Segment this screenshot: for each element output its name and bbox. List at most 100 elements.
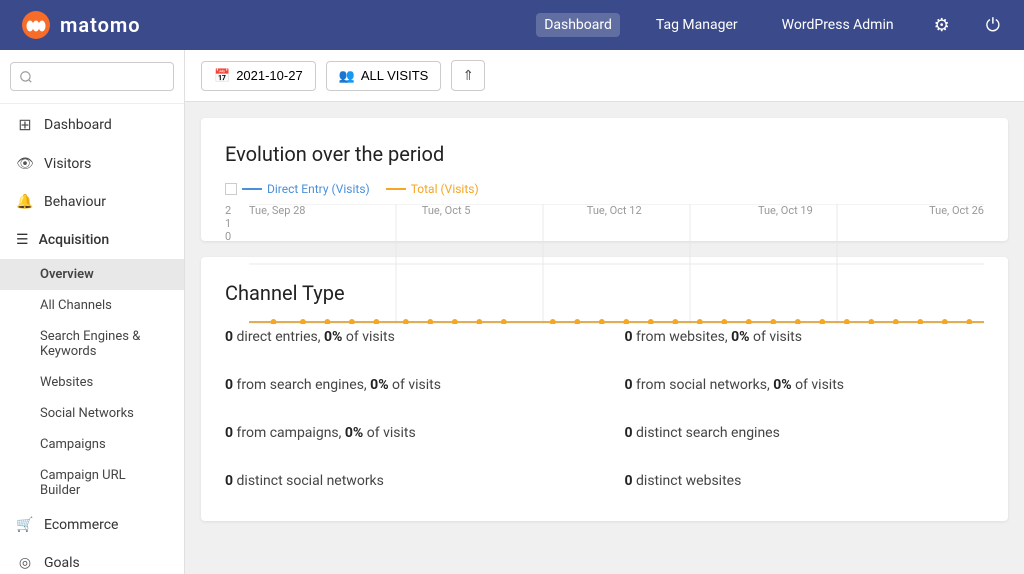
chart-legend: Direct Entry (Visits) Total (Visits): [225, 182, 984, 196]
stat-dist-search-count: 0: [625, 425, 633, 441]
stat-dist-social-text: distinct social networks: [233, 473, 384, 489]
stat-direct-pct: 0%: [324, 329, 342, 345]
y-label-0: 0: [225, 230, 231, 243]
y-label-2: 2: [225, 204, 231, 217]
segment-button[interactable]: 👥 ALL VISITS: [326, 61, 442, 91]
date-label: 2021-10-27: [236, 68, 303, 83]
sidebar-item-ecommerce[interactable]: 🛒 Ecommerce: [0, 506, 184, 544]
date-button[interactable]: 📅 2021-10-27: [201, 61, 316, 91]
sidebar-sub-search-engines[interactable]: Search Engines & Keywords: [0, 321, 184, 367]
sidebar-item-acquisition-label: Acquisition: [39, 232, 110, 248]
search-box: [0, 50, 184, 104]
channel-stat-search: 0 from search engines, 0% of visits: [225, 369, 585, 401]
ecommerce-icon: 🛒: [16, 517, 34, 533]
segment-icon: 👥: [339, 68, 355, 84]
sidebar-item-behaviour-label: Behaviour: [44, 194, 106, 210]
stat-social-count: 0: [625, 377, 633, 393]
stat-direct-text: direct entries,: [233, 329, 324, 345]
visitors-icon: 👁: [16, 156, 34, 172]
logo: matomo: [20, 9, 141, 41]
y-label-1: 1: [225, 217, 231, 230]
collapse-button[interactable]: ⇑: [451, 60, 485, 91]
nav-wordpress-admin[interactable]: WordPress Admin: [774, 13, 902, 37]
stat-campaigns-text2: of visits: [363, 425, 415, 441]
stat-social-text2: of visits: [792, 377, 844, 393]
legend-label-direct: Direct Entry (Visits): [267, 182, 370, 196]
channel-stat-distinct-social: 0 distinct social networks: [225, 465, 585, 497]
stat-direct-text2: of visits: [342, 329, 394, 345]
calendar-icon: 📅: [214, 68, 230, 84]
legend-item-direct: Direct Entry (Visits): [225, 182, 370, 196]
sidebar-item-dashboard-label: Dashboard: [44, 117, 112, 133]
chart-wrapper: 2 1 0: [225, 204, 984, 217]
stat-search-count: 0: [225, 377, 233, 393]
nav-dashboard[interactable]: Dashboard: [536, 13, 620, 37]
main-content: 📅 2021-10-27 👥 ALL VISITS ⇑ Evolution ov…: [185, 50, 1024, 574]
evolution-chart-title: Evolution over the period: [225, 142, 984, 166]
sidebar-sub-websites[interactable]: Websites: [0, 367, 184, 398]
stat-websites-text: from websites,: [633, 329, 732, 345]
sidebar-item-goals[interactable]: ◎ Goals: [0, 544, 184, 574]
stat-campaigns-count: 0: [225, 425, 233, 441]
channel-stat-campaigns: 0 from campaigns, 0% of visits: [225, 417, 585, 449]
logout-icon[interactable]: ⏻: [982, 11, 1004, 40]
stat-websites-count: 0: [625, 329, 633, 345]
sidebar: ⊞ Dashboard 👁 Visitors 🔔 Behaviour ☰ Acq…: [0, 50, 185, 574]
stat-social-pct: 0%: [773, 377, 791, 393]
sidebar-item-goals-label: Goals: [44, 555, 80, 571]
channel-stats-grid: 0 direct entries, 0% of visits 0 from we…: [225, 321, 984, 497]
sidebar-sub-campaigns[interactable]: Campaigns: [0, 429, 184, 460]
chart-svg: [249, 204, 984, 324]
sidebar-sub-overview[interactable]: Overview: [0, 259, 184, 290]
stat-search-pct: 0%: [370, 377, 388, 393]
stat-campaigns-pct: 0%: [345, 425, 363, 441]
legend-item-total: Total (Visits): [386, 182, 479, 196]
top-nav: matomo Dashboard Tag Manager WordPress A…: [0, 0, 1024, 50]
stat-dist-websites-text: distinct websites: [633, 473, 742, 489]
legend-checkbox-direct: [225, 183, 237, 195]
stat-dist-websites-count: 0: [625, 473, 633, 489]
search-input[interactable]: [10, 62, 174, 91]
stat-campaigns-text: from campaigns,: [233, 425, 345, 441]
sidebar-sub-all-channels[interactable]: All Channels: [0, 290, 184, 321]
legend-line-direct: [242, 188, 262, 190]
nav-tag-manager[interactable]: Tag Manager: [648, 13, 746, 37]
stat-social-text: from social networks,: [633, 377, 774, 393]
collapse-icon: ⇑: [462, 67, 474, 83]
legend-label-total: Total (Visits): [411, 182, 479, 196]
channel-stat-distinct-websites: 0 distinct websites: [625, 465, 985, 497]
segment-label: ALL VISITS: [361, 68, 428, 83]
sidebar-item-visitors-label: Visitors: [44, 156, 91, 172]
stat-websites-text2: of visits: [750, 329, 802, 345]
legend-line-total: [386, 188, 406, 190]
logo-text: matomo: [60, 13, 141, 37]
behaviour-icon: 🔔: [16, 194, 34, 210]
toolbar: 📅 2021-10-27 👥 ALL VISITS ⇑: [185, 50, 1024, 102]
top-nav-links: Dashboard Tag Manager WordPress Admin ⚙ …: [536, 11, 1004, 40]
sidebar-item-acquisition[interactable]: ☰ Acquisition: [0, 221, 184, 259]
goals-icon: ◎: [16, 555, 34, 571]
sidebar-item-dashboard[interactable]: ⊞ Dashboard: [0, 104, 184, 145]
stat-direct-count: 0: [225, 329, 233, 345]
settings-icon[interactable]: ⚙: [930, 11, 954, 40]
evolution-chart-card: Evolution over the period Direct Entry (…: [201, 118, 1008, 241]
stat-search-text: from search engines,: [233, 377, 370, 393]
sidebar-sub-campaign-url-builder[interactable]: Campaign URL Builder: [0, 460, 184, 506]
stat-websites-pct: 0%: [731, 329, 749, 345]
content-area: Evolution over the period Direct Entry (…: [185, 102, 1024, 537]
matomo-logo-icon: [20, 9, 52, 41]
stat-search-text2: of visits: [389, 377, 441, 393]
layout: ⊞ Dashboard 👁 Visitors 🔔 Behaviour ☰ Acq…: [0, 50, 1024, 574]
channel-stat-direct: 0 direct entries, 0% of visits: [225, 321, 585, 353]
acquisition-icon: ☰: [16, 232, 29, 248]
channel-stat-websites: 0 from websites, 0% of visits: [625, 321, 985, 353]
stat-dist-search-text: distinct search engines: [633, 425, 780, 441]
dashboard-icon: ⊞: [16, 115, 34, 134]
sidebar-item-visitors[interactable]: 👁 Visitors: [0, 145, 184, 183]
sidebar-item-behaviour[interactable]: 🔔 Behaviour: [0, 183, 184, 221]
channel-stat-distinct-search: 0 distinct search engines: [625, 417, 985, 449]
channel-stat-social: 0 from social networks, 0% of visits: [625, 369, 985, 401]
stat-dist-social-count: 0: [225, 473, 233, 489]
sidebar-item-ecommerce-label: Ecommerce: [44, 517, 118, 533]
sidebar-sub-social-networks[interactable]: Social Networks: [0, 398, 184, 429]
